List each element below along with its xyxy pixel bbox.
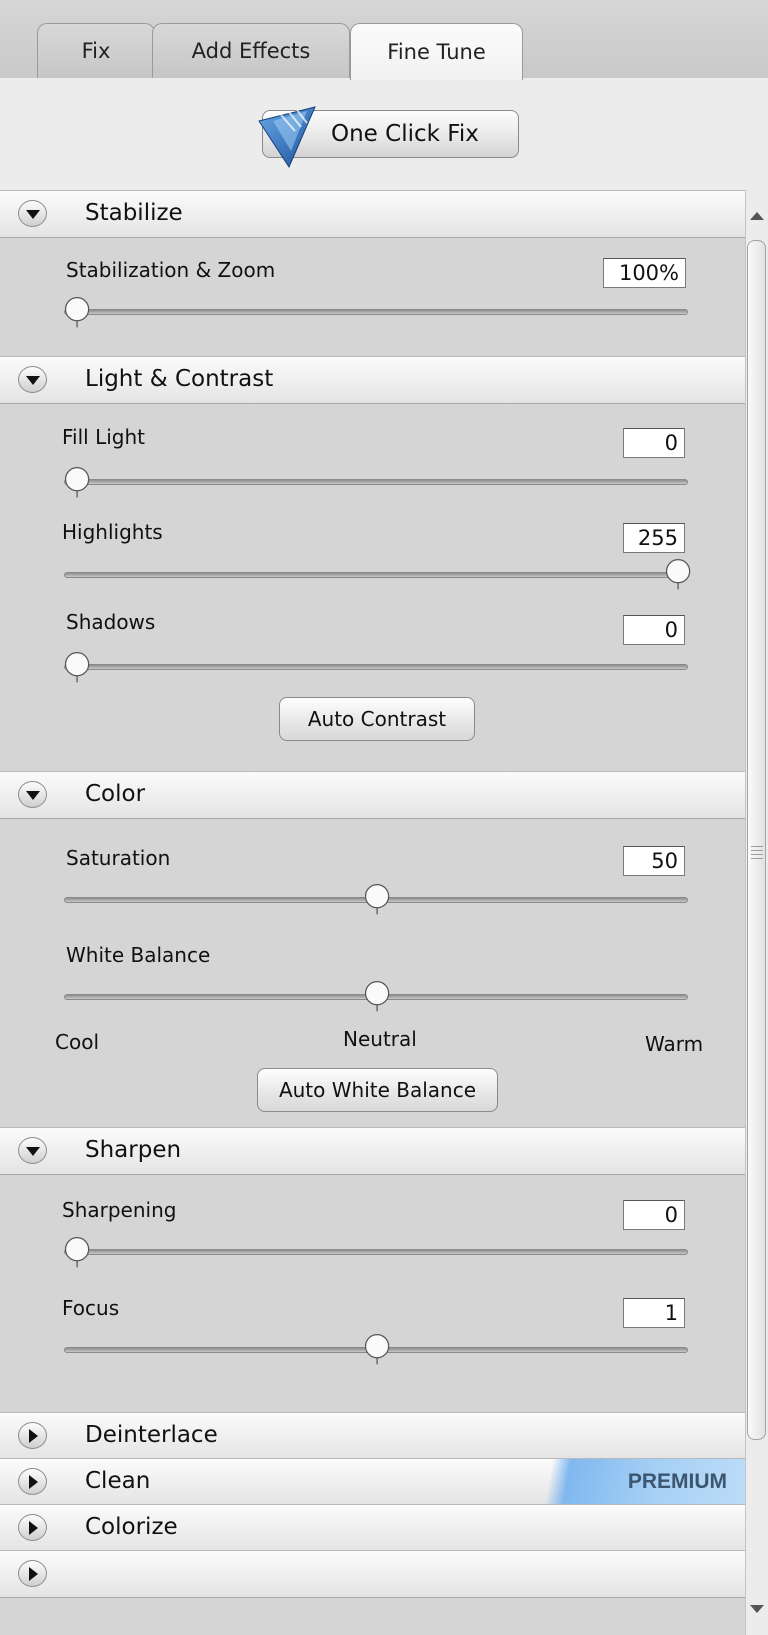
slider-thumb-icon[interactable] (61, 651, 94, 684)
expand-arrow-icon (18, 1560, 47, 1587)
scrollbar-thumb[interactable] (747, 240, 766, 1440)
section-header-color[interactable]: Color (0, 771, 745, 819)
fine-tune-panel: Fix Add Effects Fine Tune One Click Fix (0, 0, 768, 1635)
slider-thumb-icon[interactable] (61, 1236, 94, 1269)
expand-arrow-icon (18, 1422, 47, 1449)
scrollbar-grip-icon (751, 846, 763, 847)
section-header-clean[interactable]: Clean PREMIUM (0, 1458, 745, 1506)
fill-light-slider-track[interactable] (64, 479, 688, 485)
scroll-down-arrow-icon[interactable] (750, 1605, 764, 1613)
tab-fix-label: Fix (81, 39, 111, 63)
collapse-arrow-icon (18, 200, 47, 227)
section-header-stabilize[interactable]: Stabilize (0, 190, 745, 238)
focus-label: Focus (62, 1296, 120, 1320)
slider-thumb-icon[interactable] (361, 1333, 394, 1366)
fill-light-label: Fill Light (62, 425, 145, 449)
section-title: Stabilize (85, 200, 183, 226)
slider-thumb-icon[interactable] (61, 466, 94, 499)
section-header-light-contrast[interactable]: Light & Contrast (0, 356, 745, 404)
highlights-slider-track[interactable] (64, 572, 688, 578)
sharpening-label: Sharpening (62, 1198, 177, 1222)
expand-arrow-icon (18, 1514, 47, 1541)
white-balance-label: White Balance (66, 943, 211, 967)
saturation-value-field[interactable]: 50 (623, 846, 685, 876)
slider-thumb-icon[interactable] (361, 980, 394, 1013)
tab-fine-tune[interactable]: Fine Tune (350, 23, 523, 80)
focus-value-field[interactable]: 1 (623, 1298, 685, 1328)
sharpening-slider-track[interactable] (64, 1249, 688, 1255)
section-header-sharpen[interactable]: Sharpen (0, 1127, 745, 1175)
section-title: Light & Contrast (85, 366, 274, 392)
highlights-label: Highlights (62, 520, 163, 544)
highlights-value-field[interactable]: 255 (623, 523, 685, 553)
tab-fine-tune-label: Fine Tune (387, 40, 486, 64)
slider-thumb-icon[interactable] (361, 883, 394, 916)
stabilization-zoom-label: Stabilization & Zoom (66, 258, 276, 282)
section-title: Deinterlace (85, 1422, 218, 1448)
tab-fix[interactable]: Fix (37, 23, 155, 78)
premium-badge: PREMIUM (520, 1459, 745, 1505)
fill-light-value-field[interactable]: 0 (623, 428, 685, 458)
scroll-up-arrow-icon[interactable] (750, 212, 764, 220)
auto-white-balance-button[interactable]: Auto White Balance (257, 1068, 498, 1112)
collapse-arrow-icon (18, 1137, 47, 1164)
section-header-next-cut-off[interactable] (0, 1550, 745, 1598)
tab-add-effects[interactable]: Add Effects (152, 23, 350, 78)
expand-arrow-icon (18, 1468, 47, 1495)
one-click-fix-button[interactable]: One Click Fix (258, 106, 519, 169)
collapse-arrow-icon (18, 781, 47, 808)
stabilization-zoom-slider-track[interactable] (64, 309, 688, 315)
white-balance-cool-label: Cool (55, 1030, 99, 1054)
white-balance-neutral-label: Neutral (343, 1027, 417, 1051)
section-title: Color (85, 781, 146, 807)
stabilization-zoom-value-field[interactable]: 100% (603, 258, 686, 288)
saturation-label: Saturation (66, 846, 171, 870)
white-balance-warm-label: Warm (645, 1032, 704, 1056)
section-header-deinterlace[interactable]: Deinterlace (0, 1412, 745, 1460)
vertical-scrollbar[interactable] (745, 190, 768, 1635)
shadows-value-field[interactable]: 0 (623, 615, 685, 645)
section-title: Sharpen (85, 1137, 182, 1163)
sharpening-value-field[interactable]: 0 (623, 1200, 685, 1230)
premium-badge-label: PREMIUM (627, 1470, 727, 1493)
one-click-fix-label: One Click Fix (331, 121, 479, 147)
shadows-label: Shadows (66, 610, 156, 634)
slider-thumb-icon[interactable] (61, 296, 94, 329)
tab-add-effects-label: Add Effects (191, 39, 311, 63)
section-title: Clean (85, 1468, 151, 1494)
section-header-colorize[interactable]: Colorize (0, 1504, 745, 1552)
slider-thumb-icon[interactable] (662, 558, 695, 591)
section-title: Colorize (85, 1514, 178, 1540)
toolbar: One Click Fix (0, 78, 768, 191)
auto-contrast-button[interactable]: Auto Contrast (279, 697, 475, 741)
shadows-slider-track[interactable] (64, 664, 688, 670)
collapse-arrow-icon (18, 366, 47, 393)
tab-bar: Fix Add Effects Fine Tune (0, 0, 768, 80)
settings-scroll-area: Stabilize Stabilization & Zoom 100% Ligh… (0, 190, 745, 1635)
magic-wand-logo-icon (258, 106, 316, 169)
